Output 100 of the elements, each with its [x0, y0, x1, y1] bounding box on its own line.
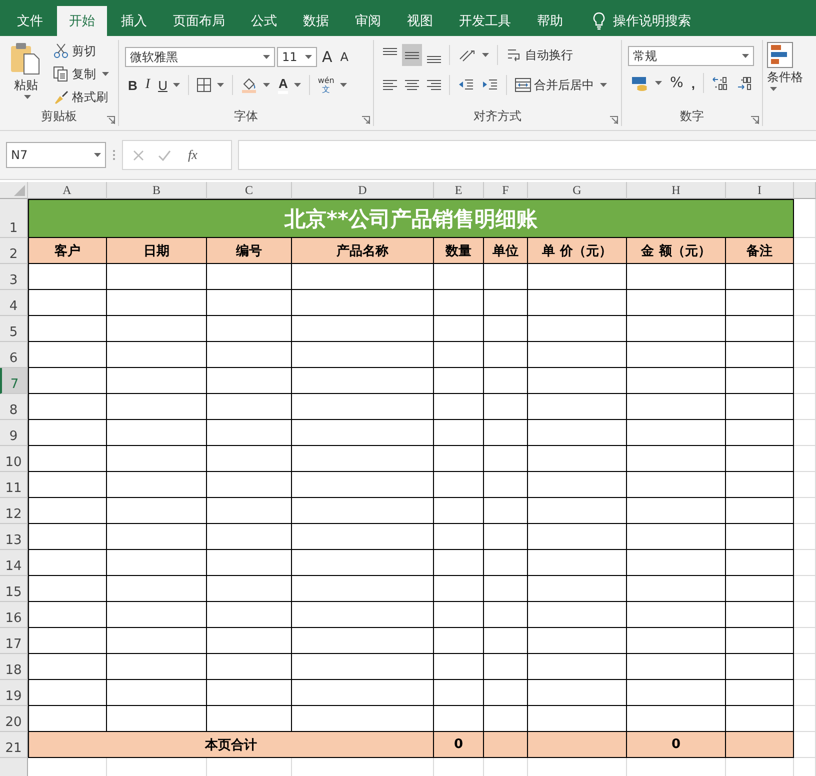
caret-icon	[102, 72, 109, 76]
row-header[interactable]: 11	[0, 472, 28, 498]
cut-button[interactable]: 剪切	[50, 40, 112, 62]
row-header[interactable]: 14	[0, 550, 28, 576]
comma-style-button[interactable]: ,	[688, 72, 698, 94]
ribbon-tab[interactable]: 开发工具	[447, 6, 523, 36]
row-header[interactable]: 10	[0, 446, 28, 472]
row-header[interactable]: 12	[0, 498, 28, 524]
italic-button[interactable]: I	[142, 74, 154, 96]
table-cell	[484, 654, 528, 680]
underline-button[interactable]: U	[155, 74, 184, 96]
tell-me-search[interactable]: 操作说明搜索	[613, 12, 691, 30]
column-header[interactable]: H	[627, 182, 726, 199]
row-header[interactable]: 9	[0, 420, 28, 446]
row-header[interactable]: 5	[0, 316, 28, 342]
caret-icon	[294, 83, 301, 87]
sheet-cell	[794, 342, 816, 368]
table-cell	[484, 420, 528, 446]
format-painter-button[interactable]: 格式刷	[50, 86, 112, 108]
ribbon-tab[interactable]: 公式	[239, 6, 289, 36]
name-box[interactable]: N7	[6, 142, 106, 168]
font-size-dropdown[interactable]: 11	[277, 47, 317, 67]
row-header[interactable]: 19	[0, 680, 28, 706]
ribbon-tab[interactable]: 页面布局	[161, 6, 237, 36]
sheet-cell	[794, 654, 816, 680]
bold-button[interactable]: B	[125, 74, 140, 96]
dialog-launcher-icon[interactable]	[610, 116, 618, 124]
top-align-icon	[383, 48, 397, 54]
column-header[interactable]: E	[434, 182, 484, 199]
caret-icon	[24, 95, 31, 99]
row-header[interactable]: 18	[0, 654, 28, 680]
merge-center-button[interactable]: 合并后居中	[512, 74, 610, 96]
column-heading-cell: 备注	[726, 238, 794, 264]
phonetic-button[interactable]: wén 文	[314, 74, 350, 96]
column-header[interactable]: F	[484, 182, 528, 199]
sheet-cell	[794, 680, 816, 706]
row-header[interactable]: 2	[0, 238, 28, 264]
row-header[interactable]: 8	[0, 394, 28, 420]
row-header[interactable]: 16	[0, 602, 28, 628]
column-header[interactable]: A	[28, 182, 107, 199]
formula-input[interactable]	[238, 140, 816, 170]
column-header[interactable]: D	[292, 182, 434, 199]
column-header[interactable]: I	[726, 182, 794, 199]
table-cell	[726, 498, 794, 524]
ribbon-tab[interactable]: 插入	[109, 6, 159, 36]
insert-function-button[interactable]: fx	[185, 144, 200, 166]
sheet-cell	[794, 238, 816, 264]
table-cell	[726, 368, 794, 394]
copy-button[interactable]: 复制	[50, 63, 112, 85]
row-header[interactable]: 7	[0, 368, 28, 394]
sheet-cell	[794, 316, 816, 342]
ribbon-tab[interactable]: 视图	[395, 6, 445, 36]
number-format-dropdown[interactable]: 常规	[628, 46, 754, 66]
caret-icon	[173, 83, 180, 87]
row-header[interactable]: 17	[0, 628, 28, 654]
paste-button[interactable]: 粘贴	[6, 40, 46, 108]
ribbon-tab[interactable]: 开始	[57, 6, 107, 36]
row-header[interactable]: 20	[0, 706, 28, 732]
column-heading-cell: 数量	[434, 238, 484, 264]
paintbrush-icon	[53, 89, 69, 105]
ribbon-tab[interactable]: 帮助	[525, 6, 575, 36]
ribbon-tab[interactable]: 审阅	[343, 6, 393, 36]
copy-icon	[53, 66, 69, 82]
money-icon	[631, 75, 649, 91]
increase-indent-icon	[482, 78, 498, 92]
row-header[interactable]: 1	[0, 199, 28, 238]
column-header[interactable]: B	[107, 182, 207, 199]
check-icon[interactable]	[158, 150, 171, 160]
percent-button[interactable]: %	[667, 72, 686, 94]
table-cell	[484, 576, 528, 602]
grow-font-button[interactable]: A	[319, 46, 336, 68]
ribbon-tab[interactable]: 文件	[5, 6, 55, 36]
borders-icon	[197, 78, 212, 92]
row-header[interactable]: 6	[0, 342, 28, 368]
table-cell	[434, 446, 484, 472]
column-header[interactable]: C	[207, 182, 292, 199]
dialog-launcher-icon[interactable]	[751, 116, 759, 124]
dialog-launcher-icon[interactable]	[107, 116, 115, 124]
font-color-button[interactable]: A	[275, 74, 304, 96]
ribbon-tab[interactable]: 数据	[291, 6, 341, 36]
row-header[interactable]: 4	[0, 290, 28, 316]
row-header[interactable]: 21	[0, 732, 28, 758]
dialog-launcher-icon[interactable]	[362, 116, 370, 124]
total-label-cell: 本页合计	[28, 732, 434, 758]
caret-icon	[600, 83, 607, 87]
conditional-formatting-button[interactable]: 条件格	[763, 40, 816, 93]
column-heading-cell: 产品名称	[292, 238, 434, 264]
shrink-font-button[interactable]: A	[337, 46, 352, 68]
group-label: 剪贴板	[40, 108, 78, 125]
row-header[interactable]: 15	[0, 576, 28, 602]
table-cell	[484, 394, 528, 420]
lightbulb-icon	[593, 12, 605, 30]
table-cell	[484, 446, 528, 472]
column-header[interactable]: G	[528, 182, 627, 199]
caret-icon	[742, 54, 749, 58]
row-header[interactable]: 3	[0, 264, 28, 290]
vertical-align-button[interactable]	[402, 44, 422, 66]
row-header[interactable]: 13	[0, 524, 28, 550]
wrap-text-button[interactable]: 自动换行	[503, 44, 576, 66]
font-name-dropdown[interactable]: 微软雅黑	[125, 47, 275, 67]
